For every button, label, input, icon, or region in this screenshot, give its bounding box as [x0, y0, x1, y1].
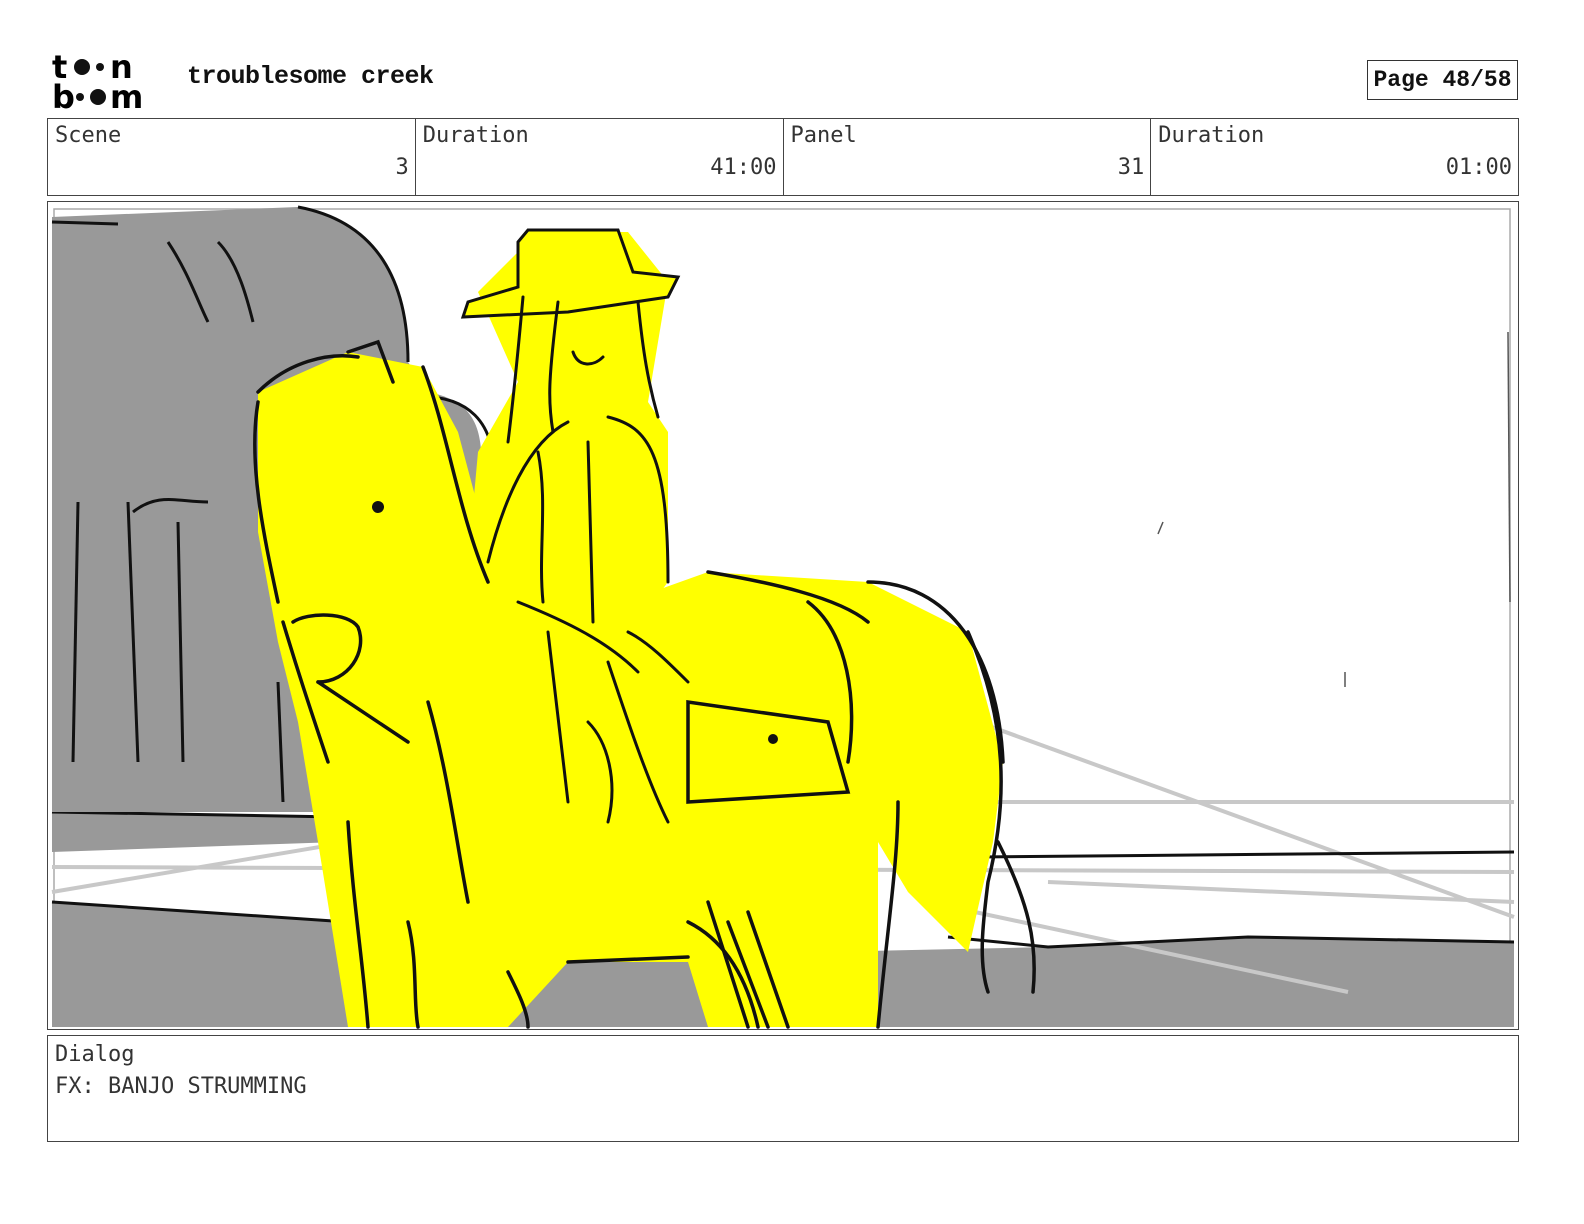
- storyboard-sketch: [51, 205, 1515, 1029]
- dialog-text: FX: BANJO STRUMMING: [55, 1074, 307, 1099]
- scene-info-row: Scene 3 Duration 41:00 Panel 31 Duration…: [47, 118, 1519, 196]
- dialog-label: Dialog: [55, 1042, 135, 1067]
- scene-duration-cell: Duration 41:00: [416, 119, 784, 195]
- panel-duration-cell: Duration 01:00: [1151, 119, 1518, 195]
- toonboom-logo: t n b m: [50, 48, 165, 116]
- dialog-box: Dialog FX: BANJO STRUMMING: [47, 1035, 1519, 1142]
- scene-cell: Scene 3: [48, 119, 416, 195]
- panel-value: 31: [1117, 155, 1145, 180]
- page-indicator: Page 48/58: [1367, 60, 1518, 100]
- scene-duration-value: 41:00: [710, 155, 777, 180]
- panel-duration-value: 01:00: [1445, 155, 1512, 180]
- scene-value: 3: [395, 155, 409, 180]
- svg-text:m: m: [110, 78, 143, 112]
- scene-label: Scene: [55, 123, 122, 148]
- svg-text:b: b: [52, 78, 75, 112]
- panel-duration-label: Duration: [1158, 123, 1265, 148]
- scene-duration-label: Duration: [422, 123, 529, 148]
- panel-label: Panel: [790, 123, 857, 148]
- project-title: troublesome creek: [187, 62, 434, 91]
- panel-cell: Panel 31: [784, 119, 1152, 195]
- storyboard-panel-frame: [47, 201, 1519, 1030]
